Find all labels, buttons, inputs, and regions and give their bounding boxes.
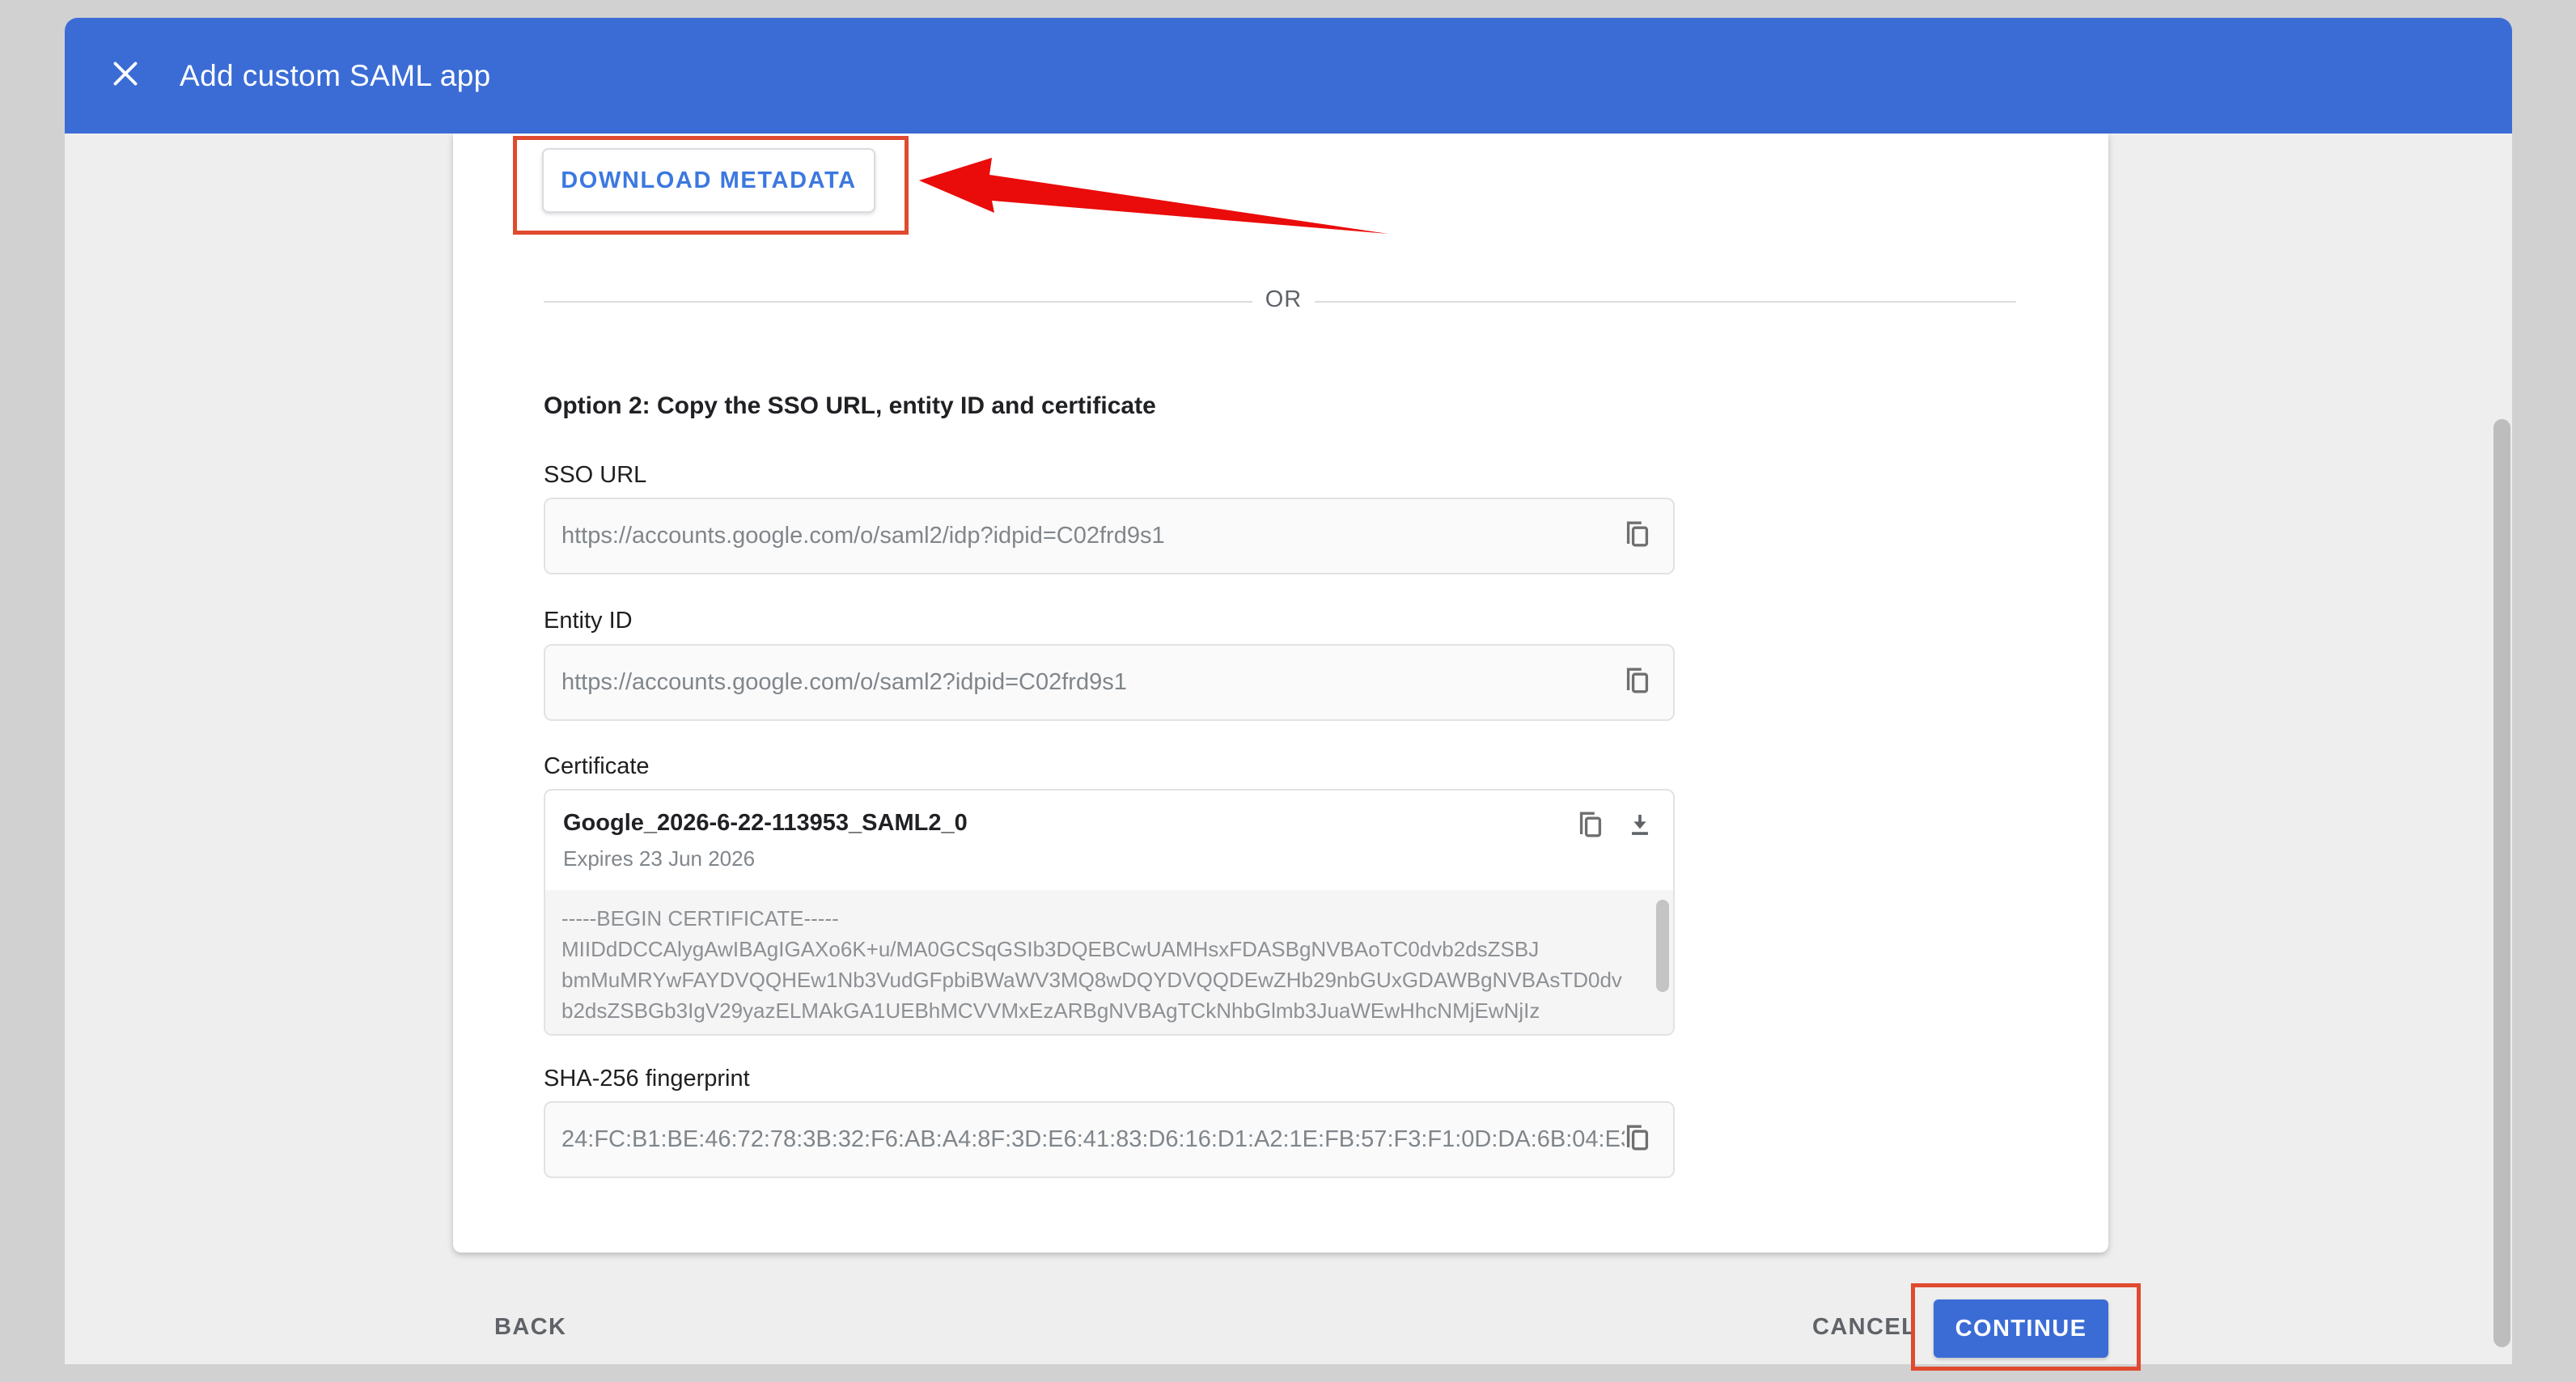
dialog-title: Add custom SAML app: [180, 59, 491, 93]
close-x-icon: [109, 57, 142, 94]
option2-heading: Option 2: Copy the SSO URL, entity ID an…: [544, 392, 1156, 420]
entity-copy-button[interactable]: [1625, 666, 1650, 699]
sha256-value: 24:FC:B1:BE:46:72:78:3B:32:F6:AB:A4:8F:3…: [561, 1126, 1625, 1153]
copy-icon: [1578, 810, 1604, 843]
content-card: DOWNLOAD METADATA OR Option 2: Copy the …: [453, 134, 2108, 1253]
certificate-line: b2dsZSBGb3IgV29yazELMAkGA1UEBhMCVVMxEzAR…: [561, 995, 1641, 1026]
sso-copy-button[interactable]: [1625, 519, 1650, 553]
page: { "header": { "title": "Add custom SAML …: [0, 0, 2576, 1382]
certificate-body: -----BEGIN CERTIFICATE----- MIIDdDCCAlyg…: [545, 890, 1673, 1034]
download-icon: [1626, 811, 1654, 842]
certificate-download-button[interactable]: [1626, 810, 1654, 843]
back-button[interactable]: BACK: [494, 1314, 566, 1341]
sha256-field: 24:FC:B1:BE:46:72:78:3B:32:F6:AB:A4:8F:3…: [544, 1101, 1675, 1178]
certificate-line: MIIDdDCCAlygAwIBAgIGAXo6K+u/MA0GCSqGSIb3…: [561, 934, 1641, 964]
entity-id-label: Entity ID: [544, 608, 633, 634]
copy-icon: [1625, 519, 1650, 553]
annotation-box-download-metadata: [513, 136, 909, 235]
entity-id-field: https://accounts.google.com/o/saml2?idpi…: [544, 644, 1675, 721]
or-divider-label: OR: [1252, 286, 1315, 313]
certificate-scrollbar-thumb[interactable]: [1656, 900, 1669, 992]
annotation-box-continue: [1911, 1283, 2141, 1371]
sso-url-label: SSO URL: [544, 462, 646, 489]
page-scrollbar-thumb[interactable]: [2493, 419, 2510, 1347]
certificate-label: Certificate: [544, 753, 650, 780]
sso-url-field: https://accounts.google.com/o/saml2/idp?…: [544, 498, 1675, 574]
dialog-header: Add custom SAML app: [65, 18, 2512, 134]
entity-id-value: https://accounts.google.com/o/saml2?idpi…: [561, 669, 1127, 696]
certificate-header: Google_2026-6-22-113953_SAML2_0 Expires …: [545, 791, 1673, 890]
certificate-expiry: Expires 23 Jun 2026: [563, 846, 1650, 871]
certificate-name: Google_2026-6-22-113953_SAML2_0: [563, 810, 1650, 837]
certificate-copy-button[interactable]: [1578, 810, 1604, 843]
sso-url-value: https://accounts.google.com/o/saml2/idp?…: [561, 523, 1165, 549]
copy-icon: [1625, 1123, 1650, 1156]
certificate-card: Google_2026-6-22-113953_SAML2_0 Expires …: [544, 789, 1675, 1036]
sha256-label: SHA-256 fingerprint: [544, 1066, 750, 1092]
sha256-copy-button[interactable]: [1625, 1123, 1650, 1156]
certificate-line: -----BEGIN CERTIFICATE-----: [561, 903, 1641, 934]
or-divider-line-left: [544, 301, 1252, 303]
copy-icon: [1625, 666, 1650, 699]
or-divider-line-right: [1315, 301, 2016, 303]
close-button[interactable]: [107, 57, 144, 95]
certificate-line: bmMuMRYwFAYDVQQHEw1Nb3VudGFpbiBWaWV3MQ8w…: [561, 964, 1641, 995]
annotation-arrow-icon: [914, 156, 1392, 245]
cancel-button[interactable]: CANCEL: [1812, 1314, 1917, 1341]
